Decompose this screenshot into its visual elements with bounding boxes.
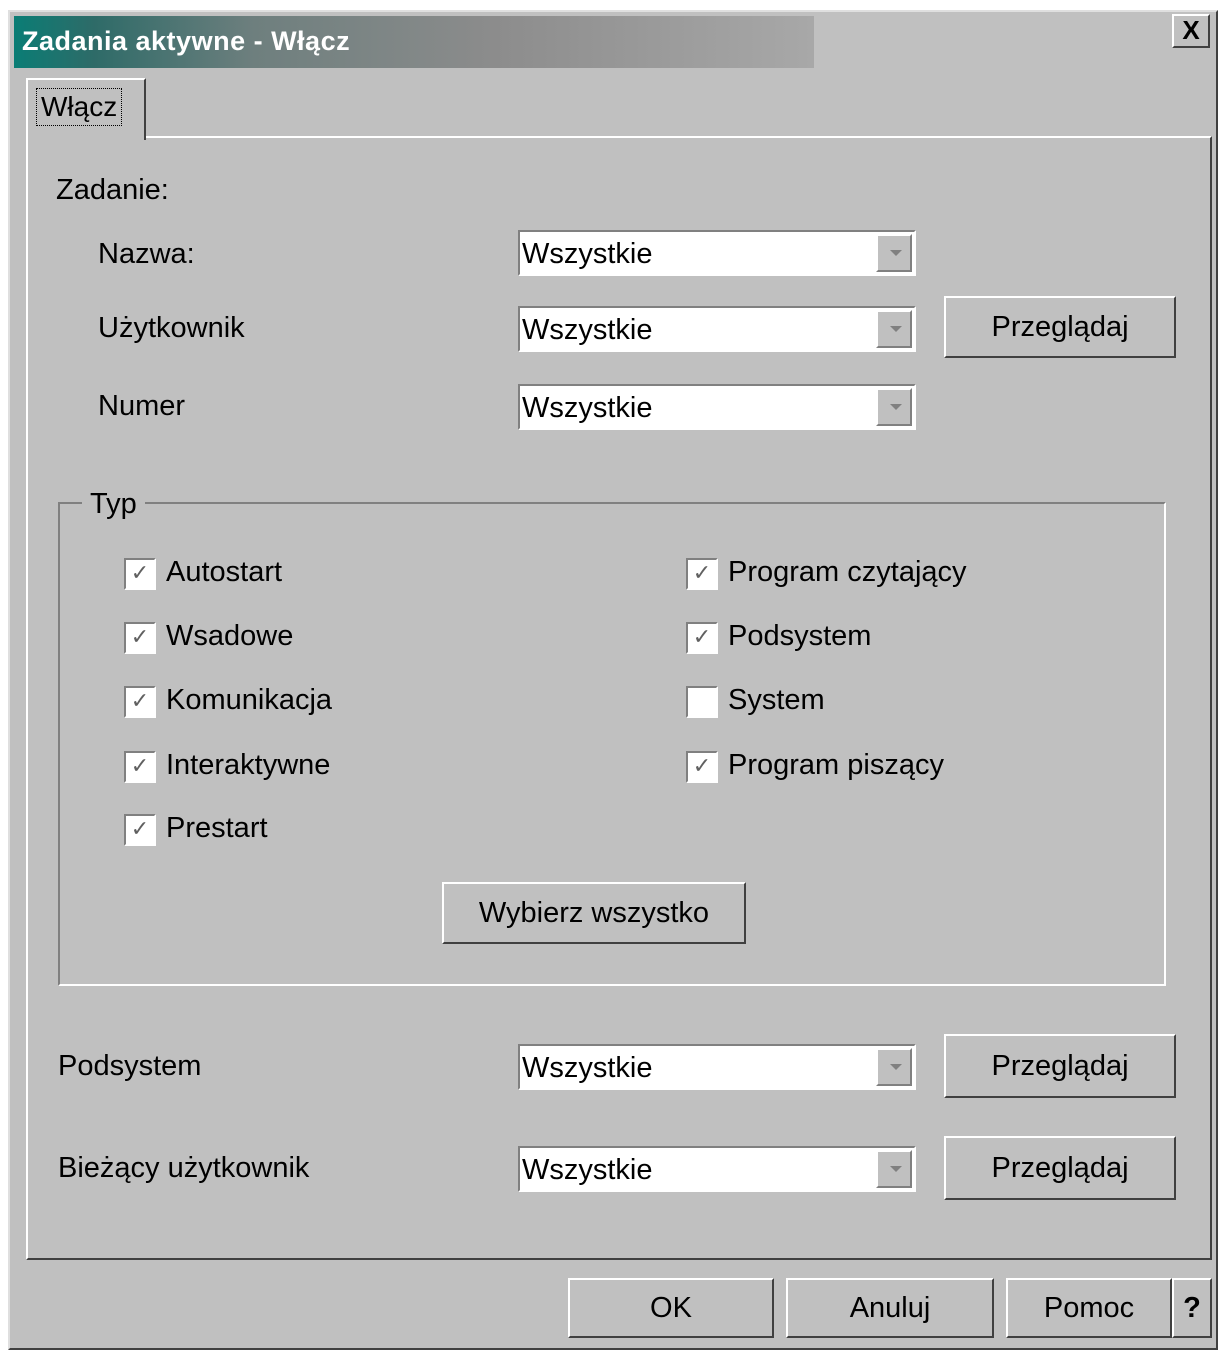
number-combo[interactable]: Wszystkie xyxy=(518,384,916,430)
subsystem-browse-button[interactable]: Przeglądaj xyxy=(944,1034,1176,1098)
cancel-button[interactable]: Anuluj xyxy=(786,1278,994,1338)
help-button[interactable]: Pomoc xyxy=(1006,1278,1172,1338)
title-bar[interactable]: Zadania aktywne - Włącz xyxy=(14,16,814,68)
checkmark-icon[interactable]: ✓ xyxy=(686,751,718,783)
checkmark-icon[interactable]: ✓ xyxy=(124,686,156,718)
dropdown-arrow-icon[interactable] xyxy=(876,310,912,348)
checkbox-label: Program piszący xyxy=(728,749,944,781)
number-combo-value: Wszystkie xyxy=(522,392,653,424)
current-user-combo[interactable]: Wszystkie xyxy=(518,1146,916,1192)
checkmark-icon[interactable]: ✓ xyxy=(686,622,718,654)
checkmark-icon[interactable]: ✓ xyxy=(124,622,156,654)
checkbox-label: Program czytający xyxy=(728,556,967,588)
checkmark-icon[interactable]: ✓ xyxy=(124,814,156,846)
user-combo[interactable]: Wszystkie xyxy=(518,306,916,352)
window-title: Zadania aktywne - Włącz xyxy=(22,26,351,56)
checkbox-box[interactable] xyxy=(686,686,718,718)
checkbox-label: Interaktywne xyxy=(166,749,331,781)
dropdown-arrow-icon[interactable] xyxy=(876,234,912,272)
subsystem-label: Podsystem xyxy=(58,1050,202,1082)
subsystem-combo[interactable]: Wszystkie xyxy=(518,1044,916,1090)
current-user-combo-value: Wszystkie xyxy=(522,1154,653,1186)
checkbox-label: Podsystem xyxy=(728,620,872,652)
user-combo-value: Wszystkie xyxy=(522,314,653,346)
ok-button[interactable]: OK xyxy=(568,1278,774,1338)
whats-this-button[interactable]: ? xyxy=(1172,1278,1212,1338)
dropdown-arrow-icon[interactable] xyxy=(876,1048,912,1086)
type-group-title: Typ xyxy=(82,488,145,521)
checkbox-label: Prestart xyxy=(166,812,268,844)
current-user-label: Bieżący użytkownik xyxy=(58,1152,310,1184)
checkmark-icon[interactable]: ✓ xyxy=(124,751,156,783)
tab-wlacz[interactable]: Włącz xyxy=(26,78,146,140)
number-label: Numer xyxy=(98,390,186,422)
job-heading: Zadanie: xyxy=(56,174,169,206)
name-label: Nazwa: xyxy=(98,238,195,270)
user-label: Użytkownik xyxy=(98,312,245,344)
name-combo[interactable]: Wszystkie xyxy=(518,230,916,276)
user-browse-button[interactable]: Przeglądaj xyxy=(944,296,1176,358)
subsystem-combo-value: Wszystkie xyxy=(522,1052,653,1084)
tab-label: Włącz xyxy=(36,88,123,126)
checkbox-label: System xyxy=(728,684,825,716)
current-user-browse-button[interactable]: Przeglądaj xyxy=(944,1136,1176,1200)
checkbox-label: Autostart xyxy=(166,556,283,588)
dropdown-arrow-icon[interactable] xyxy=(876,388,912,426)
name-combo-value: Wszystkie xyxy=(522,238,653,270)
checkbox-label: Komunikacja xyxy=(166,684,333,716)
select-all-button[interactable]: Wybierz wszystko xyxy=(442,882,746,944)
checkmark-icon[interactable]: ✓ xyxy=(686,558,718,590)
checkbox-label: Wsadowe xyxy=(166,620,294,652)
dropdown-arrow-icon[interactable] xyxy=(876,1150,912,1188)
checkmark-icon[interactable]: ✓ xyxy=(124,558,156,590)
close-button[interactable]: X xyxy=(1172,14,1210,48)
